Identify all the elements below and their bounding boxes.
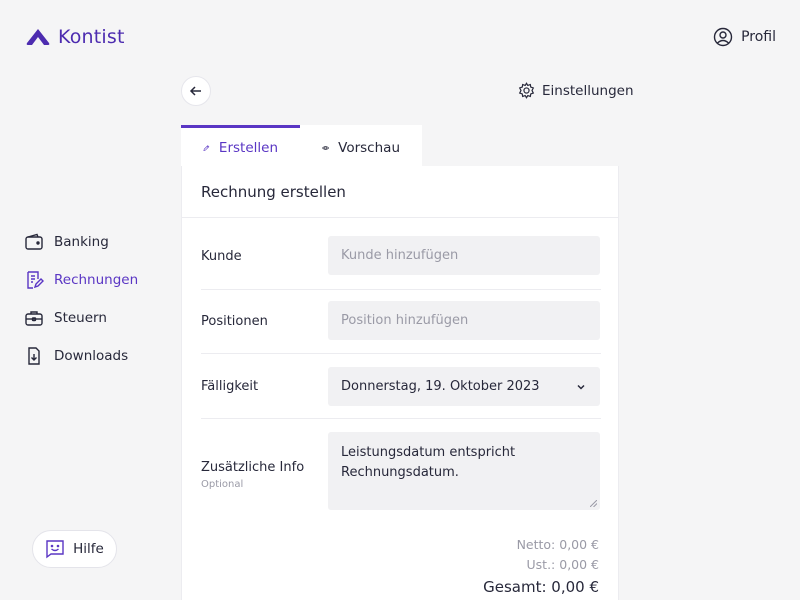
sidebar-item-banking[interactable]: Banking (24, 232, 138, 252)
vat-total: Ust.: 0,00 € (526, 557, 599, 572)
briefcase-icon (25, 311, 43, 326)
invoice-form-card: Rechnung erstellen Kunde Positionen Fäll… (181, 166, 619, 600)
profile-button[interactable]: Profil (713, 27, 776, 47)
kontist-logo-icon (26, 29, 50, 45)
user-circle-icon (713, 27, 733, 47)
editor-tabs: Erstellen Vorschau (181, 125, 422, 167)
extra-info-textarea[interactable]: Leistungsdatum entspricht Rechnungsdatum… (328, 432, 600, 510)
arrow-left-icon (189, 86, 201, 96)
sidebar-item-label: Steuern (54, 310, 107, 326)
positions-label: Positionen (201, 314, 268, 329)
tab-label: Erstellen (218, 139, 278, 156)
settings-label: Einstellungen (542, 82, 634, 99)
sidebar-item-label: Banking (54, 234, 109, 250)
form-title: Rechnung erstellen (182, 166, 618, 218)
sidebar-item-label: Downloads (54, 348, 129, 364)
customer-label: Kunde (201, 249, 242, 264)
back-button[interactable] (181, 76, 211, 106)
customer-input[interactable] (328, 236, 600, 275)
download-document-icon (28, 347, 40, 365)
resize-handle-icon[interactable] (590, 500, 597, 507)
extra-info-row: Zusätzliche Info Optional Leistungsdatum… (201, 419, 601, 523)
help-button[interactable]: Hilfe (32, 530, 117, 568)
invoice-icon (27, 271, 44, 289)
extra-info-label: Zusätzliche Info (201, 460, 305, 475)
tab-label: Vorschau (338, 139, 400, 156)
net-total: Netto: 0,00 € (516, 537, 599, 552)
pencil-icon (203, 144, 210, 151)
gear-icon (518, 82, 535, 99)
sidebar-item-steuern[interactable]: Steuern (24, 308, 138, 328)
extra-info-sublabel: Optional (201, 479, 244, 490)
positions-input[interactable] (328, 301, 600, 340)
settings-button[interactable]: Einstellungen (518, 82, 634, 99)
profile-label: Profil (741, 29, 776, 45)
sidebar-item-rechnungen[interactable]: Rechnungen (24, 270, 138, 290)
tab-erstellen[interactable]: Erstellen (181, 125, 300, 167)
chevron-down-icon (577, 384, 585, 390)
wallet-icon (25, 233, 43, 250)
help-label: Hilfe (73, 541, 104, 557)
grand-total: Gesamt: 0,00 € (483, 578, 599, 596)
due-date-label: Fälligkeit (201, 379, 259, 394)
due-date-select[interactable]: Donnerstag, 19. Oktober 2023 (328, 367, 600, 406)
customer-row: Kunde (201, 218, 601, 290)
sidebar-item-label: Rechnungen (54, 272, 139, 288)
sidebar-item-downloads[interactable]: Downloads (24, 346, 138, 366)
sidebar-nav: Banking Rechnungen Steuern Downloads (24, 232, 138, 384)
due-date-row: Fälligkeit Donnerstag, 19. Oktober 2023 (201, 354, 601, 419)
eye-icon (322, 145, 330, 150)
extra-info-value: Leistungsdatum entspricht Rechnungsdatum… (341, 445, 516, 480)
due-date-value: Donnerstag, 19. Oktober 2023 (341, 379, 540, 394)
brand-name: Kontist (58, 26, 125, 48)
chat-smile-icon (46, 540, 64, 559)
positions-row: Positionen (201, 290, 601, 354)
totals-block: Netto: 0,00 € Ust.: 0,00 € Gesamt: 0,00 … (483, 535, 599, 599)
tab-vorschau[interactable]: Vorschau (300, 125, 422, 167)
kontist-logo[interactable]: Kontist (24, 26, 125, 48)
